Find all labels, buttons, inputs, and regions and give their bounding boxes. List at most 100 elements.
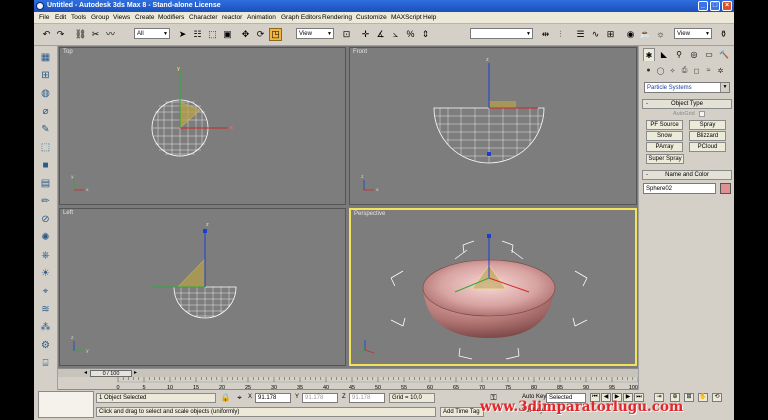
menu-views[interactable]: Views <box>113 14 130 21</box>
pf-source-button[interactable]: PF Source <box>646 120 683 130</box>
menu-edit[interactable]: Edit <box>55 14 66 21</box>
snow-button[interactable]: Snow <box>646 131 683 141</box>
window-crossing-icon[interactable]: ▣ <box>221 28 234 41</box>
reference-coordinate-dropdown[interactable]: View ▼ <box>296 28 334 39</box>
named-selection-sets-field[interactable]: ▼ <box>470 28 533 39</box>
spinner-snap-icon[interactable]: ⇕ <box>419 28 432 41</box>
object-name-field[interactable]: Sphere02 <box>643 183 716 194</box>
cylinder-tool-icon[interactable]: ⌀ <box>38 104 53 119</box>
menu-rendering[interactable]: Rendering <box>322 14 352 21</box>
menu-reactor[interactable]: reactor <box>222 14 242 21</box>
create-tab-icon[interactable]: ✱ <box>643 48 655 61</box>
spacewarps-category-icon[interactable]: ≈ <box>703 65 714 76</box>
display-tab-icon[interactable]: ▭ <box>703 48 715 61</box>
spray-button[interactable]: Spray <box>689 120 726 130</box>
systems-tool-icon[interactable]: ⚙ <box>38 338 53 353</box>
menu-graph-editors[interactable]: Graph Editors <box>281 14 321 21</box>
viewport-left[interactable]: Left z z y <box>59 208 346 366</box>
viewport-front[interactable]: Front z z x <box>349 47 637 205</box>
menu-tools[interactable]: Tools <box>71 14 86 21</box>
gizmo-tool-icon[interactable]: ✺ <box>38 230 53 245</box>
lights-category-icon[interactable]: ✧ <box>667 65 678 76</box>
previous-frame-icon[interactable]: ◂ <box>84 369 87 376</box>
angle-snap-icon[interactable]: ⦣ <box>389 28 402 41</box>
absolute-mode-icon[interactable]: ⌖ <box>234 392 245 403</box>
menu-help[interactable]: Help <box>423 14 436 21</box>
object-color-swatch[interactable] <box>720 183 731 194</box>
add-time-tag-field[interactable]: Add Time Tag <box>440 407 484 417</box>
utilities-tab-icon[interactable]: 🔨 <box>718 48 730 61</box>
systems-category-icon[interactable]: ✲ <box>715 65 726 76</box>
pan-icon[interactable]: ✋ <box>698 393 708 402</box>
maxscript-listener-mini[interactable] <box>38 391 94 418</box>
time-slider[interactable]: ◂ 0 / 100 ▸ <box>58 368 638 377</box>
minimize-button[interactable]: _ <box>698 1 708 11</box>
unlink-icon[interactable]: ✂ <box>89 28 102 41</box>
curve-editor-icon[interactable]: ∿ <box>589 28 602 41</box>
maximize-button[interactable]: □ <box>710 1 720 11</box>
super-spray-button[interactable]: Super Spray <box>646 154 684 164</box>
z-coordinate-field[interactable]: 91.178 <box>349 393 385 403</box>
camera-tool-icon[interactable]: ⎈ <box>38 248 53 263</box>
time-slider-thumb[interactable]: 0 / 100 <box>90 370 132 377</box>
shapes-category-icon[interactable]: ◯ <box>655 65 666 76</box>
bind-space-warp-icon[interactable]: 〰 <box>104 28 117 41</box>
light-tool-icon[interactable]: ☀ <box>38 266 53 281</box>
selection-tool-icon[interactable]: ⬚ <box>38 140 53 155</box>
sphere-tool-icon[interactable]: ◍ <box>38 86 53 101</box>
mirror-icon[interactable]: ⇹ <box>539 28 552 41</box>
schematic-view-icon[interactable]: ⊞ <box>604 28 617 41</box>
menu-modifiers[interactable]: Modifiers <box>158 14 184 21</box>
object-type-rollout-header[interactable]: - Object Type <box>642 99 732 109</box>
lock-selection-icon[interactable]: 🔒 <box>220 392 231 403</box>
spacewarp-tool-icon[interactable]: ≋ <box>38 302 53 317</box>
menu-customize[interactable]: Customize <box>356 14 387 21</box>
cube-tool-icon[interactable]: ■ <box>38 158 53 173</box>
arc-rotate-icon[interactable]: ⟲ <box>712 393 722 402</box>
select-and-rotate-icon[interactable]: ⟳ <box>254 28 267 41</box>
select-by-name-icon[interactable]: ☷ <box>191 28 204 41</box>
select-and-link-icon[interactable]: ⛓ <box>74 28 87 41</box>
select-object-icon[interactable]: ➤ <box>176 28 189 41</box>
cameras-category-icon[interactable]: ⎙ <box>679 65 690 76</box>
menu-group[interactable]: Group <box>91 14 109 21</box>
modify-tab-icon[interactable]: ◣ <box>658 48 670 61</box>
paint-brush-icon[interactable]: ✎ <box>38 122 53 137</box>
parray-button[interactable]: PArray <box>646 142 683 152</box>
menu-character[interactable]: Character <box>189 14 218 21</box>
name-and-color-rollout-header[interactable]: - Name and Color <box>642 170 732 180</box>
array-icon[interactable]: ⊞ <box>38 68 53 83</box>
hierarchy-tab-icon[interactable]: ⚲ <box>673 48 685 61</box>
region-select-icon[interactable]: ⬚ <box>206 28 219 41</box>
extrude-tool-icon[interactable]: ▤ <box>38 176 53 191</box>
tube-tool-icon[interactable]: ⊘ <box>38 212 53 227</box>
undo-icon[interactable]: ↶ <box>40 28 53 41</box>
viewport-top[interactable]: Top y x y x <box>59 47 346 205</box>
close-button[interactable]: × <box>722 1 732 11</box>
material-editor-icon[interactable]: ◉ <box>624 28 637 41</box>
autogrid-checkbox[interactable]: AutoGrid <box>673 111 705 117</box>
pcloud-button[interactable]: PCloud <box>689 142 726 152</box>
category-dropdown[interactable]: Particle Systems ▼ <box>644 82 730 93</box>
render-scene-icon[interactable]: ☕ <box>639 28 652 41</box>
pivot-center-icon[interactable]: ⊡ <box>340 28 353 41</box>
helper-tool-icon[interactable]: ⌖ <box>38 284 53 299</box>
x-coordinate-field[interactable]: 91.178 <box>255 393 291 403</box>
select-and-move-icon[interactable]: ✥ <box>239 28 252 41</box>
select-and-manipulate-icon[interactable]: ✛ <box>359 28 372 41</box>
particle-tool-icon[interactable]: ⁂ <box>38 320 53 335</box>
y-coordinate-field[interactable]: 91.178 <box>302 393 338 403</box>
blizzard-button[interactable]: Blizzard <box>689 131 726 141</box>
teapot-icon[interactable]: ⚱ <box>717 28 730 41</box>
viewport-perspective[interactable]: Perspective <box>349 208 637 366</box>
motion-tab-icon[interactable]: ◎ <box>688 48 700 61</box>
menu-maxscript[interactable]: MAXScript <box>391 14 422 21</box>
redo-icon[interactable]: ↷ <box>54 28 67 41</box>
selection-filter-dropdown[interactable]: All ▼ <box>134 28 170 39</box>
geometry-category-icon[interactable]: ● <box>643 65 654 76</box>
menu-create[interactable]: Create <box>135 14 155 21</box>
percent-snap-icon[interactable]: % <box>404 28 417 41</box>
zoom-all-icon[interactable]: ⊞ <box>684 393 694 402</box>
snaps-toggle-icon[interactable]: ∡ <box>374 28 387 41</box>
pencil-tool-icon[interactable]: ✏ <box>38 194 53 209</box>
